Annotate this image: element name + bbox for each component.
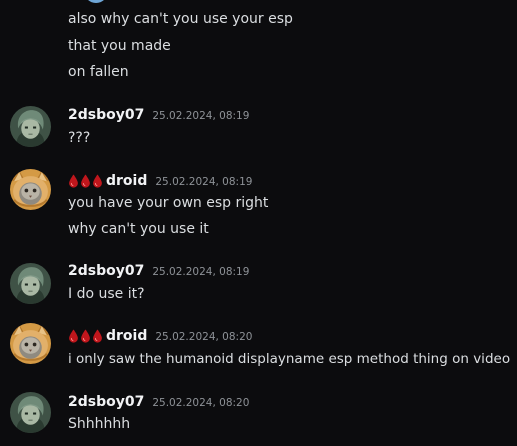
message-header: 2dsboy07 25.02.2024, 08:19 (68, 106, 249, 124)
message-text: i only saw the humanoid displayname esp … (68, 351, 511, 367)
user-avatar[interactable] (10, 263, 51, 304)
message-header: droid 25.02.2024, 08:19 (68, 172, 252, 190)
user-avatar[interactable] (10, 169, 51, 210)
username[interactable]: 2dsboy07 (68, 106, 144, 124)
username[interactable]: droid (106, 327, 147, 345)
blood-drop-icon (68, 174, 79, 188)
user-avatar[interactable] (10, 106, 51, 147)
cartoon-character-avatar-icon (10, 263, 51, 304)
message-text: also why can't you use your esp (68, 11, 293, 27)
partial-avatar (84, 0, 108, 3)
blood-drop-icon (80, 174, 91, 188)
blood-drop-icon (92, 329, 103, 343)
username[interactable]: 2dsboy07 (68, 262, 144, 280)
timestamp[interactable]: 25.02.2024, 08:19 (152, 107, 249, 125)
message-text: Shhhhhh (68, 416, 131, 432)
cat-avatar-icon (10, 323, 51, 364)
username-prefix-emojis (68, 329, 104, 343)
message-text: I do use it? (68, 286, 145, 302)
username[interactable]: 2dsboy07 (68, 393, 144, 411)
cat-avatar-icon (10, 169, 51, 210)
message-header: 2dsboy07 25.02.2024, 08:20 (68, 393, 249, 411)
timestamp[interactable]: 25.02.2024, 08:20 (155, 328, 252, 346)
message-text: you have your own esp right (68, 195, 269, 211)
blood-drop-icon (92, 174, 103, 188)
message-header: droid 25.02.2024, 08:20 (68, 327, 252, 345)
timestamp[interactable]: 25.02.2024, 08:19 (155, 173, 252, 191)
chat-messages: also why can't you use your esp that you… (0, 0, 517, 446)
message-header: 2dsboy07 25.02.2024, 08:19 (68, 262, 249, 280)
timestamp[interactable]: 25.02.2024, 08:19 (152, 263, 249, 281)
timestamp[interactable]: 25.02.2024, 08:20 (152, 394, 249, 412)
blood-drop-icon (68, 329, 79, 343)
cartoon-character-avatar-icon (10, 106, 51, 147)
blood-drop-icon (80, 329, 91, 343)
user-avatar[interactable] (10, 323, 51, 364)
username-prefix-emojis (68, 174, 104, 188)
message-text: that you made (68, 38, 171, 54)
cartoon-character-avatar-icon (10, 392, 51, 433)
message-text: on fallen (68, 64, 129, 80)
message-text: ??? (68, 130, 91, 146)
user-avatar[interactable] (10, 392, 51, 433)
username[interactable]: droid (106, 172, 147, 190)
message-text: why can't you use it (68, 221, 209, 237)
